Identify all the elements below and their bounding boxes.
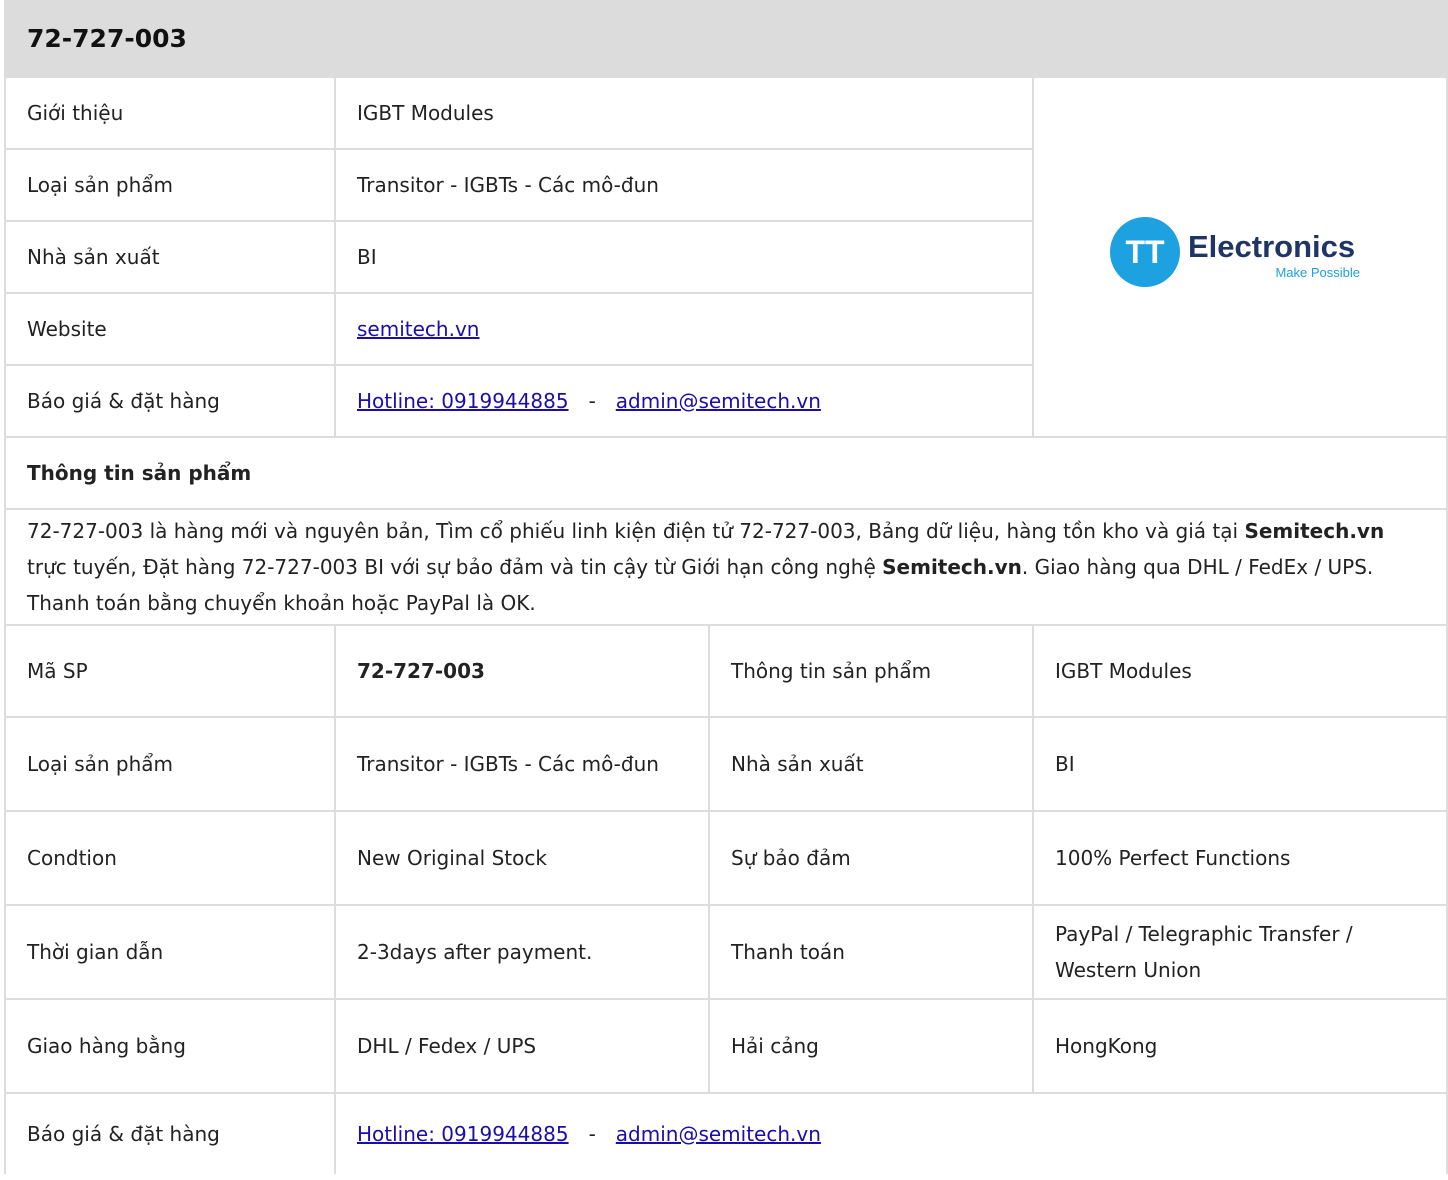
website-cell: semitech.vn (334, 292, 1034, 366)
label-website: Website (4, 292, 336, 366)
separator: - (588, 389, 596, 413)
spec-value: PayPal / Telegraphic Transfer / Western … (1031, 904, 1448, 1000)
order-cell: Hotline: 0919944885- admin@semitech.vn (334, 364, 1034, 438)
spec-row: Thời gian dẫn 2-3days after payment. Tha… (4, 904, 1448, 1000)
info-heading-row: Thông tin sản phẩm (3, 436, 1448, 510)
info-brand-2: Semitech.vn (882, 555, 1022, 579)
spec-key: Sự bảo đảm (708, 810, 1034, 906)
email-link[interactable]: admin@semitech.vn (616, 389, 821, 413)
logo-brand: Electronics (1188, 229, 1355, 264)
label-gioi-thieu: Giới thiệu (4, 76, 336, 150)
info-brand-1: Semitech.vn (1244, 519, 1385, 543)
spec-value: HongKong (1031, 998, 1448, 1094)
spec-key: Thông tin sản phẩm (708, 624, 1034, 718)
value-nha-san-xuat: BI (334, 220, 1034, 294)
logo-tagline: Make Possible (1275, 265, 1360, 280)
spec-value: 72-727-003 (334, 624, 710, 718)
manufacturer-logo-cell: TT Electronics Make Possible (1031, 76, 1448, 438)
spec-value: IGBT Modules (1031, 624, 1448, 718)
spec-value: BI (1031, 716, 1448, 812)
footer-order-cell: Hotline: 0919944885- admin@semitech.vn (333, 1092, 1448, 1174)
top-row: Giới thiệu IGBT Modules TT Electronics M… (4, 76, 1448, 438)
spec-key: Loại sản phẩm (4, 716, 336, 812)
spec-row: Giao hàng bằng DHL / Fedex / UPS Hải cản… (4, 998, 1448, 1094)
value-loai-san-pham: Transitor - IGBTs - Các mô-đun (334, 148, 1034, 222)
spec-key: Thời gian dẫn (4, 904, 336, 1000)
label-bao-gia: Báo giá & đặt hàng (4, 364, 336, 438)
spec-value: New Original Stock (334, 810, 710, 906)
product-table: 72-727-003 Giới thiệu IGBT Modules TT El… (3, 0, 1448, 1174)
info-heading: Thông tin sản phẩm (3, 436, 1448, 510)
spec-key: Condtion (4, 810, 336, 906)
separator: - (588, 1122, 596, 1146)
label-loai-san-pham: Loại sản phẩm (4, 148, 336, 222)
spec-key: Thanh toán (708, 904, 1034, 1000)
tt-electronics-logo: TT Electronics Make Possible (1110, 216, 1360, 287)
product-title: 72-727-003 (3, 0, 1448, 78)
footer-label: Báo giá & đặt hàng (4, 1092, 336, 1174)
spec-value: DHL / Fedex / UPS (334, 998, 710, 1094)
footer-row: Báo giá & đặt hàng Hotline: 0919944885- a… (4, 1092, 1448, 1174)
spec-row: Condtion New Original Stock Sự bảo đảm 1… (4, 810, 1448, 906)
website-link[interactable]: semitech.vn (357, 317, 479, 341)
label-nha-san-xuat: Nhà sản xuất (4, 220, 336, 294)
spec-key: Mã SP (4, 624, 336, 718)
footer-hotline-link[interactable]: Hotline: 0919944885 (357, 1122, 569, 1146)
info-text-2: trực tuyến, Đặt hàng 72-727-003 BI với s… (27, 555, 883, 579)
spec-row: Loại sản phẩm Transitor - IGBTs - Các mô… (4, 716, 1448, 812)
spec-row: Mã SP 72-727-003 Thông tin sản phẩm IGBT… (4, 624, 1448, 718)
spec-value: 100% Perfect Functions (1031, 810, 1448, 906)
footer-email-link[interactable]: admin@semitech.vn (616, 1122, 821, 1146)
spec-value: Transitor - IGBTs - Các mô-đun (334, 716, 710, 812)
spec-key: Giao hàng bằng (4, 998, 336, 1094)
info-text-row: 72-727-003 là hàng mới và nguyên bản, Tì… (3, 508, 1448, 626)
info-text-1: 72-727-003 là hàng mới và nguyên bản, Tì… (27, 519, 1245, 543)
value-gioi-thieu: IGBT Modules (334, 76, 1034, 150)
hotline-link[interactable]: Hotline: 0919944885 (357, 389, 569, 413)
title-row: 72-727-003 (3, 0, 1448, 78)
info-paragraph: 72-727-003 là hàng mới và nguyên bản, Tì… (3, 508, 1448, 626)
spec-key: Hải cảng (708, 998, 1034, 1094)
logo-mark: TT (1125, 234, 1165, 270)
spec-key: Nhà sản xuất (708, 716, 1034, 812)
spec-value: 2-3days after payment. (334, 904, 710, 1000)
